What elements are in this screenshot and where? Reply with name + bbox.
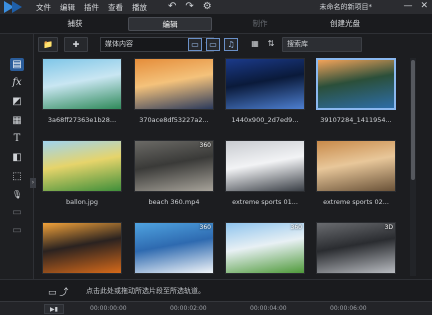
tab-share: 制作: [252, 19, 268, 28]
storyboard-hint: 点击此处或拖动所选片段至所选轨道。: [86, 287, 205, 295]
media-tile[interactable]: ballon.jpg: [42, 140, 122, 206]
document-title: 未命名的新项目*: [319, 3, 373, 11]
subtitle-icon[interactable]: ▭: [10, 224, 24, 237]
fx-icon[interactable]: fx: [10, 76, 24, 89]
settings-icon[interactable]: ⚙: [203, 1, 212, 13]
media-thumbnail[interactable]: [225, 140, 305, 192]
badge-label: 360: [199, 142, 211, 149]
media-filename: 3a68ff27363e1b28...: [47, 116, 117, 124]
sort-icon[interactable]: ⇅: [264, 38, 278, 51]
media-tile[interactable]: 3a68ff27363e1b28...: [42, 58, 122, 124]
badge-label: 3D: [384, 224, 393, 231]
media-thumbnail[interactable]: 360: [134, 222, 214, 274]
storyboard-bar: ▭ ⤴ 点击此处或拖动所选片段至所选轨道。: [0, 279, 432, 301]
timecode-label: 00:00:04:00: [250, 305, 287, 312]
path-icon[interactable]: ⬚: [10, 170, 24, 183]
tab-capture[interactable]: 捕获: [40, 17, 110, 31]
mode-tabs: 捕获 编辑 制作 创建光盘: [0, 14, 432, 34]
transition-icon[interactable]: ◩: [10, 95, 24, 108]
menu-file[interactable]: 文件: [36, 2, 51, 13]
mic-icon[interactable]: 🎙: [10, 188, 24, 201]
media-icon[interactable]: ▤: [10, 58, 24, 71]
media-tile[interactable]: 1440x900_2d7ed9...: [225, 58, 305, 124]
media-grid: 3a68ff27363e1b28... 370ace8df53227a2... 14…: [42, 58, 404, 288]
timecode-label: 00:00:02:00: [170, 305, 207, 312]
tab-create-disc[interactable]: 创建光盘: [300, 17, 390, 31]
media-tile[interactable]: 39107284_1411954...: [316, 58, 396, 124]
media-thumbnail[interactable]: [42, 58, 122, 110]
import-media-icon[interactable]: ✚: [64, 37, 88, 52]
search-input[interactable]: 搜索库: [282, 37, 362, 52]
show-photo-icon[interactable]: ▭: [206, 38, 220, 51]
dropdown-value: 媒体内容: [105, 40, 133, 48]
media-thumbnail[interactable]: 3D: [316, 222, 396, 274]
media-thumbnail[interactable]: 360: [134, 140, 214, 192]
timecode-label: 00:00:06:00: [330, 305, 367, 312]
layer-icon[interactable]: ▭: [10, 206, 24, 219]
media-tile[interactable]: 370ace8df53227a2...: [134, 58, 214, 124]
media-thumbnail[interactable]: [134, 58, 214, 110]
media-filename: extreme sports 02...: [323, 198, 389, 206]
add-folder-icon[interactable]: 📁: [38, 37, 58, 52]
media-thumbnail[interactable]: [42, 222, 122, 274]
media-tile[interactable]: extreme sports 02...: [316, 140, 396, 206]
library-toolbar: 📁 ✚ 媒体内容 ▾ ▭ ▭ ♫ ▦ ⇅ 搜索库: [34, 36, 432, 54]
badge-label: 360: [290, 224, 302, 231]
media-filename: ballon.jpg: [66, 198, 98, 206]
menu-play[interactable]: 播放: [132, 2, 147, 13]
badge-label: 360: [199, 224, 211, 231]
minimize-icon[interactable]: —: [403, 1, 412, 11]
collapse-panel-arrow-icon[interactable]: ›: [30, 178, 36, 188]
media-filename: extreme sports 01...: [232, 198, 298, 206]
storyboard-view-icon[interactable]: ▭ ⤴: [48, 285, 68, 298]
title-icon[interactable]: T: [10, 132, 24, 145]
menu-plugins[interactable]: 插件: [84, 2, 99, 13]
undo-redo-group: ↶ ↷ ⚙: [168, 1, 212, 13]
media-thumbnail[interactable]: [316, 58, 396, 110]
menu-edit[interactable]: 编辑: [60, 2, 75, 13]
app-logo: [0, 0, 26, 14]
timeline-toggle-button[interactable]: ▶▮: [44, 304, 64, 314]
media-filename: 1440x900_2d7ed9...: [231, 116, 299, 124]
media-thumbnail[interactable]: [225, 58, 305, 110]
media-filename: beach 360.mp4: [148, 198, 200, 206]
media-tile[interactable]: 360 beach 360.mp4: [134, 140, 214, 206]
tab-edit[interactable]: 编辑: [128, 17, 212, 31]
media-thumbnail[interactable]: [42, 140, 122, 192]
media-filename: 39107284_1411954...: [320, 116, 392, 124]
close-icon[interactable]: ✕: [420, 1, 428, 11]
media-thumbnail[interactable]: 360: [225, 222, 305, 274]
overlay-icon[interactable]: ◧: [10, 151, 24, 164]
media-thumbnail[interactable]: [316, 140, 396, 192]
timeline-ruler: ▶▮ 00:00:00:00 00:00:02:00 00:00:04:00 0…: [0, 301, 432, 315]
library-tool-column: ▤ fx ◩ ▦ T ◧ ⬚ 🎙 ▭ ▭ ›: [0, 34, 36, 279]
main-menu: 文件 编辑 插件 查看 播放: [36, 2, 147, 13]
show-audio-icon[interactable]: ♫: [224, 38, 238, 51]
media-tile[interactable]: extreme sports 01...: [225, 140, 305, 206]
window-controls: — ✕: [403, 1, 428, 11]
library-scrollbar[interactable]: [410, 58, 416, 276]
timecode-label: 00:00:00:00: [90, 305, 127, 312]
redo-icon[interactable]: ↷: [185, 1, 193, 13]
title-bar: 文件 编辑 插件 查看 播放 ↶ ↷ ⚙ 未命名的新项目* — ✕: [0, 0, 432, 14]
graphic-icon[interactable]: ▦: [10, 114, 24, 127]
menu-view[interactable]: 查看: [108, 2, 123, 13]
grid-view-icon[interactable]: ▦: [248, 38, 262, 51]
scrollbar-thumb[interactable]: [411, 60, 415, 180]
media-filename: 370ace8df53227a2...: [139, 116, 209, 124]
undo-icon[interactable]: ↶: [168, 1, 176, 13]
show-video-icon[interactable]: ▭: [188, 38, 202, 51]
